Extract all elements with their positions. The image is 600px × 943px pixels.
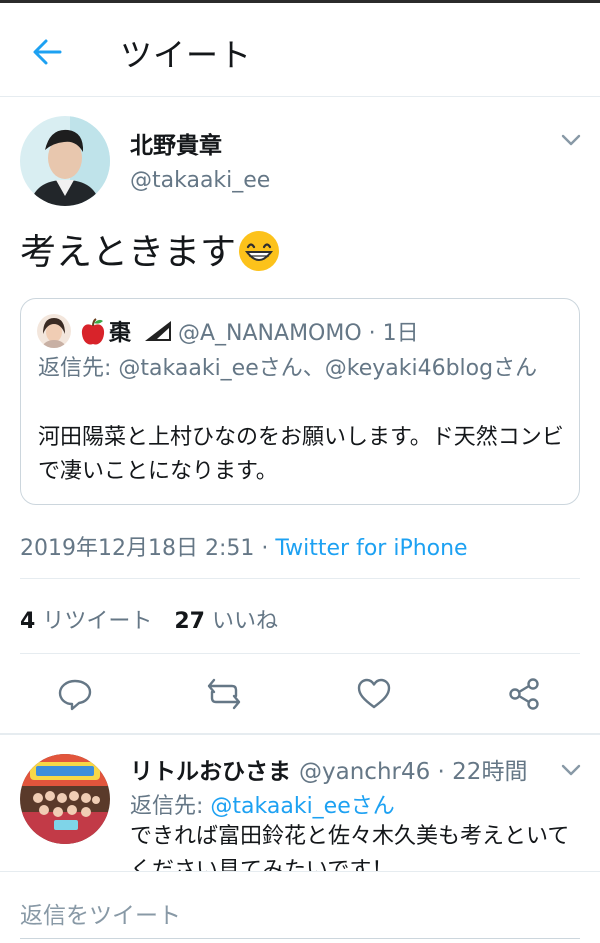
grinning-emoji-icon xyxy=(239,231,280,271)
compose-underline xyxy=(20,938,580,939)
tweet-text: 考えときます xyxy=(20,230,280,276)
retweet-icon[interactable] xyxy=(206,676,242,712)
quoted-tweet-text: 河田陽菜と上村ひなのをお願いします。ド天然コンビで凄いことになります。 xyxy=(38,425,564,484)
quoted-author-avatar xyxy=(37,314,71,348)
app-header: ツイート xyxy=(0,3,600,97)
retweets-count: 4 xyxy=(20,609,36,634)
likes-label: いいね xyxy=(211,609,278,634)
retweets-stat[interactable]: 4 リツイート xyxy=(20,609,152,634)
like-heart-icon[interactable] xyxy=(356,676,392,712)
reply-icon[interactable] xyxy=(57,676,93,712)
back-arrow-icon[interactable] xyxy=(32,38,62,66)
reply-compose-input[interactable]: 返信をツイート xyxy=(20,896,181,930)
tweet-timestamp: 2019年12月18日 2:51 xyxy=(20,536,255,561)
retweets-label: リツイート xyxy=(42,609,153,634)
reply-compose-bar: 返信をツイート xyxy=(0,871,600,943)
reply-to-link[interactable]: @takaaki_eeさん xyxy=(210,794,394,819)
triangle-ruler-icon xyxy=(145,321,171,341)
author-handle[interactable]: @takaaki_ee xyxy=(130,168,270,193)
likes-stat[interactable]: 27 いいね xyxy=(174,609,278,634)
quoted-tweet-card[interactable]: 棗 @A_NANAMOMO · 1日 返信先: @takaaki_eeさん、@k… xyxy=(20,298,580,505)
divider xyxy=(20,653,580,654)
divider xyxy=(20,578,580,579)
meta-separator: · xyxy=(254,536,276,561)
share-icon[interactable] xyxy=(506,676,542,712)
chevron-down-icon[interactable] xyxy=(560,762,582,778)
reply-handle-time: @yanchr46 · 22時間 xyxy=(299,759,528,785)
reply-text: できれば富田鈴花と佐々木久美も考えといてください見てみたいです！ xyxy=(130,824,570,874)
tweet-meta: 2019年12月18日 2:51 · Twitter for iPhone xyxy=(20,530,468,562)
tweet-text-content: 考えときます xyxy=(20,232,237,273)
tweet-source-link[interactable]: Twitter for iPhone xyxy=(275,536,467,561)
reply-author-name[interactable]: リトルおひさま xyxy=(130,759,291,785)
page-title: ツイート xyxy=(120,36,253,74)
quoted-reply-to: 返信先: @takaaki_eeさん、@keyaki46blogさん xyxy=(38,356,538,381)
reply-to-line: 返信先: @takaaki_eeさん xyxy=(130,788,395,820)
reply-author-avatar[interactable] xyxy=(20,754,110,844)
quoted-author-name: 棗 xyxy=(109,321,132,346)
section-separator xyxy=(0,733,600,735)
author-name[interactable]: 北野貴章 xyxy=(130,126,222,160)
quoted-handle-time: @A_NANAMOMO · 1日 xyxy=(178,321,419,346)
apple-emoji-icon xyxy=(81,318,105,345)
reply-to-label: 返信先: xyxy=(130,794,211,819)
reply-author: リトルおひさま @yanchr46 · 22時間 xyxy=(130,752,527,786)
likes-count: 27 xyxy=(174,609,205,634)
author-avatar[interactable] xyxy=(20,116,110,206)
chevron-down-icon[interactable] xyxy=(560,132,582,148)
tweet-stats: 4 リツイート 27 いいね xyxy=(20,603,278,635)
